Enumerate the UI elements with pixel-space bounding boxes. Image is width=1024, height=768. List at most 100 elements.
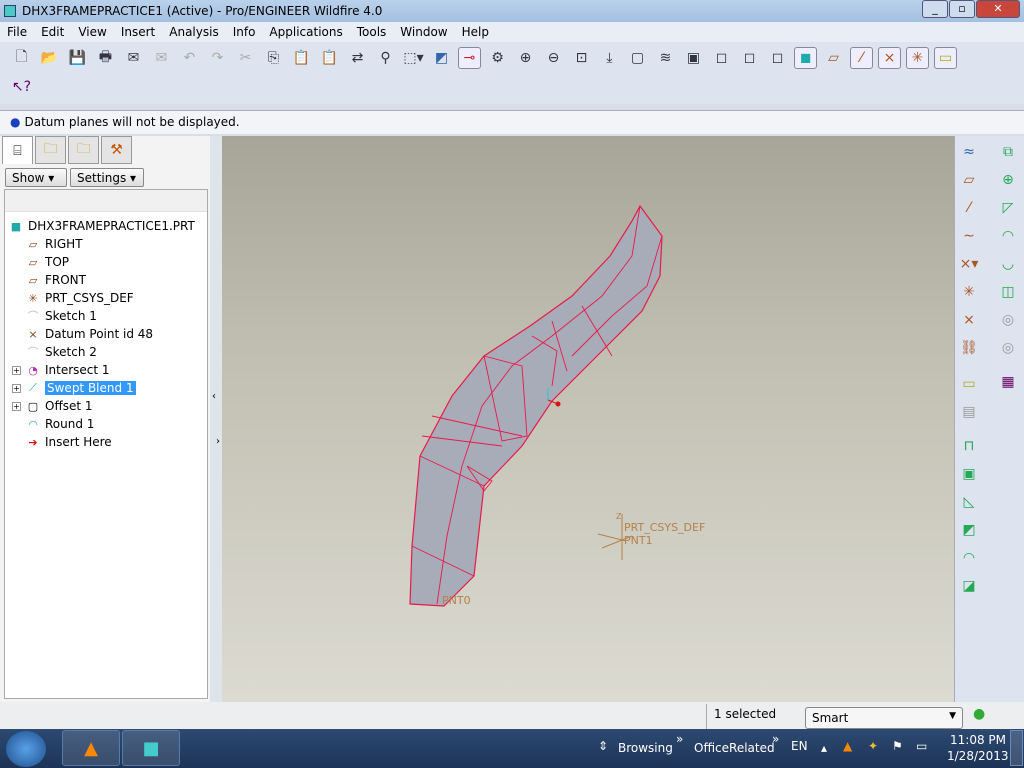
ref-tool-icon[interactable]: ▤ <box>958 404 980 426</box>
selection-filter-dropdown[interactable]: Smart ▼ <box>805 707 963 729</box>
open-icon[interactable]: 📂 <box>38 47 61 69</box>
clock-time[interactable]: 11:08 PM <box>950 733 1006 747</box>
view-manager-icon[interactable]: ▣ <box>682 47 705 69</box>
analysis-tool-icon[interactable]: ⨯ <box>958 312 980 334</box>
datum-axis-tool-icon[interactable]: ⁄ <box>958 200 980 222</box>
clock-date[interactable]: 1/28/2013 <box>947 749 1009 763</box>
menu-help[interactable]: Help <box>455 25 496 39</box>
chain-tool-icon[interactable]: ⛓ <box>958 340 980 362</box>
menu-view[interactable]: View <box>71 25 113 39</box>
new-icon[interactable]: 🗋 <box>10 47 33 69</box>
send-mail-icon[interactable]: ✉ <box>122 47 145 69</box>
chamfer-tool-icon[interactable]: ◪ <box>958 578 980 600</box>
show-desktop-button[interactable] <box>1010 730 1023 766</box>
thicken-tool-icon[interactable]: ◎ <box>997 312 1019 334</box>
taskbar-proe-button[interactable]: ■ <box>122 730 180 766</box>
action-center-flag-icon[interactable]: ⚑ <box>892 739 903 753</box>
selection-box-icon[interactable]: ⬚▾ <box>402 47 425 69</box>
offset-tool-icon[interactable]: ◫ <box>997 284 1019 306</box>
network-icon[interactable]: ▭ <box>916 739 927 753</box>
taskbar-vlc-button[interactable]: ▲ <box>62 730 120 766</box>
chevron-icon[interactable]: » <box>676 732 683 746</box>
solidify-tool-icon[interactable]: ◎ <box>997 340 1019 362</box>
scroll-arrows-icon[interactable]: ⇕ <box>598 739 608 753</box>
start-button[interactable] <box>6 731 46 767</box>
show-button[interactable]: Show ▾ <box>5 168 67 187</box>
find-icon[interactable]: ⚲ <box>374 47 397 69</box>
model-tree-tab[interactable]: ⌸ <box>2 136 33 164</box>
saved-views-icon[interactable]: ▢ <box>626 47 649 69</box>
maximize-button[interactable]: ▫ <box>949 0 975 18</box>
context-help-icon[interactable]: ↖? <box>10 76 33 98</box>
mirror-tool-icon[interactable]: ⊕ <box>997 172 1019 194</box>
collapse-left-icon[interactable]: ‹ <box>212 391 216 402</box>
rib-tool-icon[interactable]: ◺ <box>958 494 980 516</box>
datum-point-tool-icon[interactable]: ⨯▾ <box>958 256 980 278</box>
round-tool-icon[interactable]: ◠ <box>958 550 980 572</box>
menu-edit[interactable]: Edit <box>34 25 71 39</box>
tree-item-top[interactable]: ▱ TOP <box>25 253 69 271</box>
menu-insert[interactable]: Insert <box>114 25 162 39</box>
shell-tool-icon[interactable]: ▣ <box>958 466 980 488</box>
orient-mode-icon[interactable]: ⚙ <box>486 47 509 69</box>
chevron-icon[interactable]: » <box>772 732 779 746</box>
tree-item-csys[interactable]: ✳ PRT_CSYS_DEF <box>25 289 133 307</box>
cut-icon[interactable]: ✂ <box>234 47 257 69</box>
refit-icon[interactable]: ⊡ <box>570 47 593 69</box>
undo-icon[interactable]: ↶ <box>178 47 201 69</box>
panel-splitter[interactable]: ‹ › <box>210 136 222 702</box>
csys-toggle-icon[interactable]: ✳ <box>906 47 929 69</box>
menu-analysis[interactable]: Analysis <box>162 25 225 39</box>
annotation-toggle-icon[interactable]: ▭ <box>934 47 957 69</box>
connections-tab[interactable]: ⚒ <box>101 136 132 164</box>
expand-toggle[interactable]: + <box>12 402 21 411</box>
no-hidden-icon[interactable]: ◻ <box>766 47 789 69</box>
toolbar-browsing[interactable]: Browsing <box>618 741 673 755</box>
menu-tools[interactable]: Tools <box>350 25 394 39</box>
expand-toggle[interactable]: + <box>12 384 21 393</box>
tree-item-insert-here[interactable]: ➔ Insert Here <box>25 433 111 451</box>
folder-browser-tab[interactable]: 🗀 <box>35 136 66 164</box>
datum-curve-tool-icon[interactable]: ∼ <box>958 228 980 250</box>
redo-icon[interactable]: ↷ <box>206 47 229 69</box>
repaint-icon[interactable]: ◩ <box>430 47 453 69</box>
tree-item-swept-blend[interactable]: ⟋ Swept Blend 1 <box>25 379 136 397</box>
merge-tool-icon[interactable]: ◸ <box>997 200 1019 222</box>
hidden-line-icon[interactable]: ◻ <box>738 47 761 69</box>
expand-right-icon[interactable]: › <box>216 436 220 447</box>
sketch-tool-icon[interactable]: ≈ <box>958 144 980 166</box>
favorites-tab[interactable]: 🗀 <box>68 136 99 164</box>
menu-info[interactable]: Info <box>226 25 263 39</box>
wireframe-icon[interactable]: ◻ <box>710 47 733 69</box>
tray-app-icon[interactable]: ✦ <box>868 739 878 753</box>
tree-item-round[interactable]: ◠ Round 1 <box>25 415 94 433</box>
expand-toggle[interactable]: + <box>12 366 21 375</box>
shading-icon[interactable]: ◼ <box>794 47 817 69</box>
paste-special-icon[interactable]: 📋 <box>318 47 341 69</box>
send-link-icon[interactable]: ✉ <box>150 47 173 69</box>
zoom-out-icon[interactable]: ⊖ <box>542 47 565 69</box>
graphics-window[interactable]: Z PRT_CSYS_DEF PNT1 PNT0 <box>222 136 954 702</box>
menu-window[interactable]: Window <box>393 25 454 39</box>
spin-center-icon[interactable]: ⊸ <box>458 47 481 69</box>
tree-item-datum-point[interactable]: ⨯ Datum Point id 48 <box>25 325 153 343</box>
layers-icon[interactable]: ≋ <box>654 47 677 69</box>
toolbar-officerelated[interactable]: OfficeRelated <box>694 741 775 755</box>
reorient-icon[interactable]: ⤓ <box>598 47 621 69</box>
zoom-in-icon[interactable]: ⊕ <box>514 47 537 69</box>
datum-axes-toggle-icon[interactable]: ⁄ <box>850 47 873 69</box>
extend-tool-icon[interactable]: ◡ <box>997 256 1019 278</box>
tree-root[interactable]: ■ DHX3FRAMEPRACTICE1.PRT <box>8 217 195 235</box>
language-indicator[interactable]: EN <box>791 739 808 753</box>
annotation-tool-icon[interactable]: ▭ <box>958 376 980 398</box>
copy-tool-icon[interactable]: ⧉ <box>997 144 1019 166</box>
minimize-button[interactable]: _ <box>922 0 948 18</box>
tree-item-right[interactable]: ▱ RIGHT <box>25 235 83 253</box>
tree-item-sketch-1[interactable]: ⌒ Sketch 1 <box>25 307 97 325</box>
datum-points-toggle-icon[interactable]: ⨯ <box>878 47 901 69</box>
settings-button[interactable]: Settings ▾ <box>70 168 144 187</box>
tree-item-sketch-2[interactable]: ⌒ Sketch 2 <box>25 343 97 361</box>
regenerate-icon[interactable]: ⇄ <box>346 47 369 69</box>
trim-tool-icon[interactable]: ◠ <box>997 228 1019 250</box>
pattern-tool-icon[interactable]: ▦ <box>997 374 1019 396</box>
